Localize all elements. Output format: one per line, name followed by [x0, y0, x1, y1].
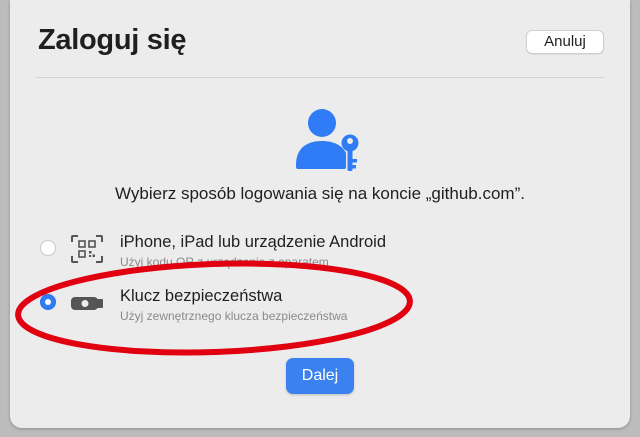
security-key-icon [71, 297, 103, 310]
radio-security-key[interactable] [40, 294, 56, 310]
option-label: Klucz bezpieczeństwa [120, 287, 283, 305]
radio-phone-qr[interactable] [40, 240, 56, 256]
header-divider [36, 77, 604, 78]
sign-in-prompt: Wybierz sposób logowania się na koncie „… [115, 184, 525, 203]
sign-in-dialog: Zaloguj się Anuluj Wybierz sposób logowa… [10, 0, 630, 428]
person-key-icon [296, 109, 359, 171]
option-sublabel: Użyj zewnętrznego klucza bezpieczeństwa [120, 309, 348, 323]
next-button[interactable]: Dalej [286, 358, 354, 394]
qr-code-icon [71, 235, 103, 263]
option-sublabel: Użyj kodu QR z urządzenia z aparatem [120, 255, 329, 269]
dialog-title: Zaloguj się [38, 24, 187, 56]
cancel-button[interactable]: Anuluj [526, 30, 604, 54]
option-security-key[interactable]: Klucz bezpieczeństwa Użyj zewnętrznego k… [40, 285, 600, 329]
option-label: iPhone, iPad lub urządzenie Android [120, 233, 387, 251]
option-phone-qr[interactable]: iPhone, iPad lub urządzenie Android Użyj… [40, 231, 600, 275]
